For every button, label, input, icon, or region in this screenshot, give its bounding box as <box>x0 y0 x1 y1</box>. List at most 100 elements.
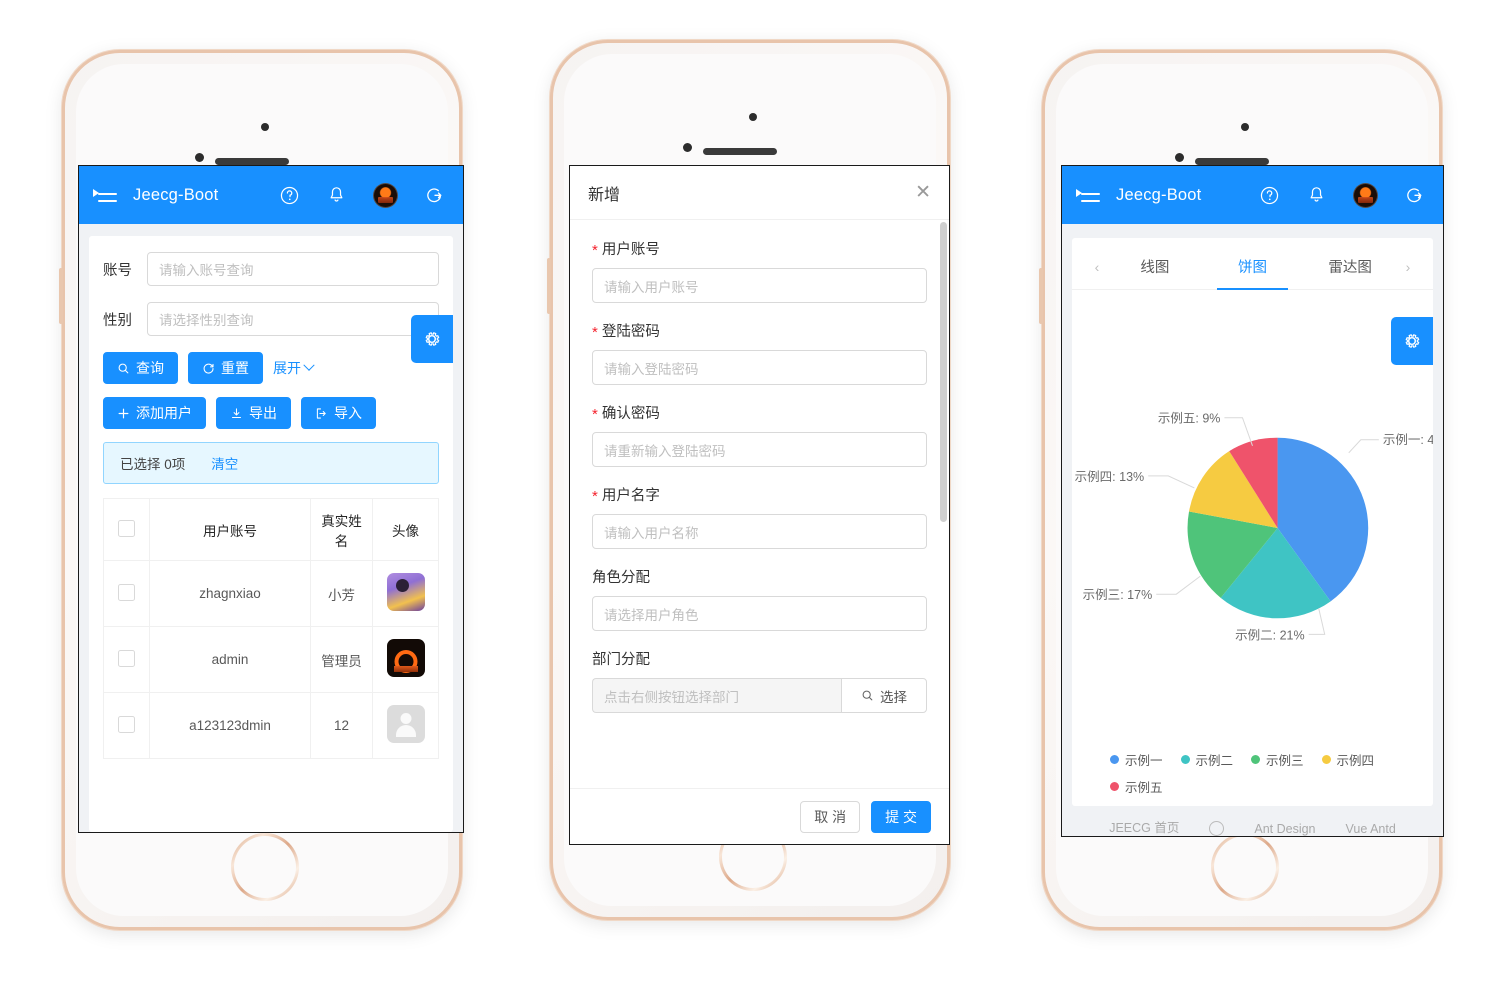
gear-icon <box>1405 334 1420 348</box>
chart-legend: 示例一 示例二 示例三 示例四 示例五 <box>1072 746 1433 806</box>
user-avatar[interactable] <box>373 182 398 208</box>
tab-radar-chart[interactable]: 雷达图 <box>1301 244 1399 289</box>
add-user-button[interactable]: 添加用户 <box>103 397 206 429</box>
gender-select[interactable]: 请选择性别查询 <box>147 302 439 336</box>
settings-float-button[interactable] <box>411 315 453 363</box>
github-icon[interactable] <box>1209 821 1225 836</box>
submit-button[interactable]: 提 交 <box>871 800 931 833</box>
account-search-input[interactable]: 请输入账号查询 <box>147 252 439 286</box>
app-header: Jeecg-Boot <box>79 166 463 224</box>
row-checkbox[interactable] <box>118 715 135 733</box>
cancel-button[interactable]: 取 消 <box>800 800 861 833</box>
cell-avatar <box>372 626 439 693</box>
col-header-realname[interactable]: 真实姓名 <box>310 498 373 561</box>
select-all-checkbox[interactable] <box>118 519 135 537</box>
field-label-text: 用户名字 <box>601 488 660 504</box>
logout-icon[interactable] <box>424 185 445 206</box>
tab-prev-arrow[interactable]: ‹ <box>1088 259 1106 275</box>
cell-account: zhagnxiao <box>149 560 311 627</box>
tab-pie-chart[interactable]: 饼图 <box>1204 244 1302 290</box>
row-checkbox[interactable] <box>118 583 135 601</box>
menu-fold-icon[interactable] <box>93 185 117 205</box>
volume-button[interactable] <box>59 268 63 324</box>
home-button[interactable] <box>1211 833 1279 901</box>
role-select[interactable]: 请选择用户角色 <box>592 596 927 631</box>
reset-button[interactable]: 重置 <box>188 352 263 384</box>
earpiece-speaker <box>215 158 289 165</box>
pie-chart-svg[interactable]: 示例一: 40% 示例二: 21% 示例三: 17% 示例四: 13% 示例五:… <box>1072 290 1433 746</box>
import-button[interactable]: 导入 <box>301 397 376 429</box>
required-marker: * <box>592 488 598 505</box>
required-marker: * <box>592 406 598 423</box>
clear-selection-link[interactable]: 清空 <box>211 453 238 473</box>
query-button[interactable]: 查询 <box>103 352 178 384</box>
footer-link-antdesign[interactable]: Ant Design <box>1254 822 1315 836</box>
row-checkbox-cell <box>103 626 150 693</box>
pie-label-1: 示例一: 40% <box>1383 433 1433 447</box>
table-body: zhagnxiao 小芳 admin 管理员 a123123dmin 12 <box>103 560 439 759</box>
logout-icon[interactable] <box>1404 185 1425 206</box>
legend-item-5[interactable]: 示例五 <box>1110 777 1411 796</box>
home-button[interactable] <box>231 833 299 901</box>
cell-realname: 12 <box>310 692 373 759</box>
cell-account: admin <box>149 626 311 693</box>
bell-icon[interactable] <box>1306 185 1327 206</box>
menu-fold-icon[interactable] <box>1076 185 1100 205</box>
table-row[interactable]: a123123dmin 12 <box>103 692 439 759</box>
user-avatar[interactable] <box>1353 182 1378 208</box>
cartoon-avatar-icon[interactable] <box>386 573 425 611</box>
pie-slices <box>1187 437 1369 619</box>
legend-item-2[interactable]: 示例二 <box>1180 750 1233 769</box>
expand-toggle[interactable]: 展开 <box>273 358 315 378</box>
table-row[interactable]: zhagnxiao 小芳 <box>103 560 439 627</box>
question-circle-icon[interactable] <box>279 185 300 206</box>
modal-scrollbar[interactable] <box>940 222 947 522</box>
phone-device-list: Jeecg-Boot 账号 请输入账号查询 性别 请选择性别查询 查询 重置 展… <box>59 50 464 930</box>
col-header-avatar[interactable]: 头像 <box>372 498 439 561</box>
import-icon <box>316 407 326 419</box>
field-label-text: 角色分配 <box>592 570 650 586</box>
search-field-gender: 性别 请选择性别查询 <box>103 302 439 336</box>
row-checkbox-cell <box>103 560 150 627</box>
footer-link-jeecg[interactable]: JEECG 首页 <box>1109 817 1179 836</box>
tab-next-arrow[interactable]: › <box>1399 259 1417 275</box>
confirm-password-input[interactable]: 请重新输入登陆密码 <box>592 432 927 467</box>
footer-link-vueantd[interactable]: Vue Antd <box>1346 822 1396 836</box>
bell-icon[interactable] <box>326 185 347 206</box>
search-field-account: 账号 请输入账号查询 <box>103 252 439 286</box>
modal-body: * 用户账号 请输入用户账号 * 登陆密码 请输入登陆密码 * 确认密码 请重新… <box>570 220 949 788</box>
question-circle-icon[interactable] <box>1259 185 1280 206</box>
logo-avatar-icon[interactable] <box>386 639 425 677</box>
add-user-button-label: 添加用户 <box>136 405 192 421</box>
front-camera-icon <box>1175 153 1184 162</box>
required-marker: * <box>592 324 598 341</box>
legend-color-dot <box>1110 755 1119 764</box>
username-input[interactable]: 请输入用户名称 <box>592 514 927 549</box>
account-input[interactable]: 请输入用户账号 <box>592 268 927 303</box>
table-row[interactable]: admin 管理员 <box>103 626 439 693</box>
col-header-account[interactable]: 用户账号 <box>149 498 311 561</box>
legend-item-1[interactable]: 示例一 <box>1110 750 1163 769</box>
legend-item-4[interactable]: 示例四 <box>1321 750 1374 769</box>
row-checkbox[interactable] <box>118 649 135 667</box>
field-account: * 用户账号 请输入用户账号 <box>592 238 927 303</box>
chevron-down-icon <box>303 359 315 371</box>
modal-footer: 取 消 提 交 <box>570 788 949 844</box>
volume-button[interactable] <box>1039 268 1043 324</box>
select-department-button[interactable]: 选择 <box>841 678 927 713</box>
placeholder-avatar-icon[interactable] <box>386 705 425 743</box>
export-button[interactable]: 导出 <box>216 397 291 429</box>
field-confirm-password: * 确认密码 请重新输入登陆密码 <box>592 402 927 467</box>
legend-item-3[interactable]: 示例三 <box>1251 750 1304 769</box>
close-icon[interactable]: ✕ <box>915 183 931 202</box>
volume-button[interactable] <box>547 258 551 314</box>
select-department-label: 选择 <box>880 689 907 705</box>
screenshot-stage: Jeecg-Boot 账号 请输入账号查询 性别 请选择性别查询 查询 重置 展… <box>0 0 1500 1000</box>
gear-icon <box>425 332 440 346</box>
tab-line-chart[interactable]: 线图 <box>1106 244 1204 289</box>
table-header: 用户账号 真实姓名 头像 <box>103 498 439 561</box>
settings-float-button[interactable] <box>1391 317 1433 365</box>
download-icon <box>231 407 242 418</box>
password-input[interactable]: 请输入登陆密码 <box>592 350 927 385</box>
import-button-label: 导入 <box>334 405 362 421</box>
